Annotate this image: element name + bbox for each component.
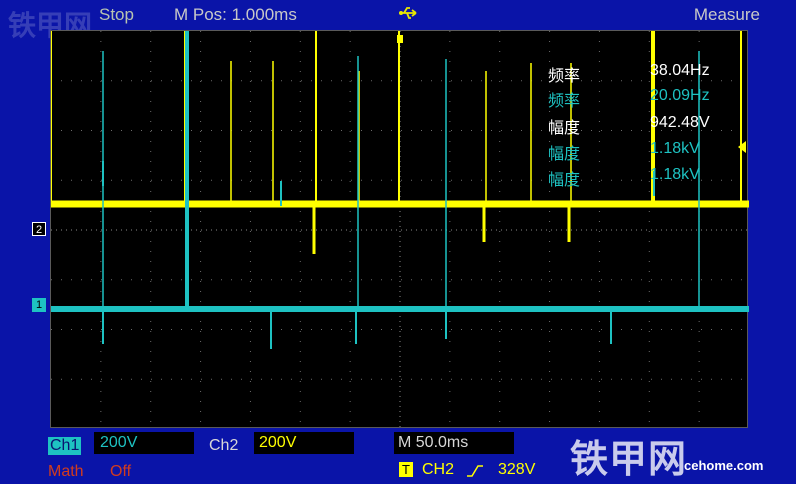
measurement-value: 20.09Hz: [650, 87, 710, 104]
trigger-source[interactable]: CH2: [422, 461, 454, 479]
measurement-label: 幅度: [548, 172, 581, 189]
waveform-display[interactable]: [50, 30, 749, 429]
measurement-label: 频率: [548, 68, 581, 85]
ch2-trigger-level-marker[interactable]: [738, 141, 746, 153]
measurement-value: 38.04Hz: [650, 62, 710, 79]
measurement-value: 1.18kV: [650, 140, 700, 157]
graticule: [51, 31, 749, 429]
math-label[interactable]: Math: [48, 463, 84, 481]
measurement-value: 1.18kV: [650, 166, 700, 183]
watermark-site: cehome.com: [684, 458, 764, 473]
trigger-icon: T: [399, 462, 413, 477]
watermark-logo: 铁甲网: [570, 439, 688, 481]
main-position[interactable]: M Pos: 1.000ms: [174, 5, 297, 25]
measurement-value: 942.48V: [650, 114, 710, 131]
measurement-label: 频率: [548, 93, 581, 110]
usb-icon: [398, 4, 420, 27]
timebase-scale[interactable]: M 50.0ms: [398, 434, 468, 452]
measure-menu-title[interactable]: Measure: [694, 5, 760, 25]
math-state[interactable]: Off: [110, 463, 131, 481]
trigger-level[interactable]: 328V: [498, 461, 535, 479]
acquisition-status[interactable]: Stop: [99, 5, 134, 25]
ch2-scale[interactable]: 200V: [259, 434, 296, 452]
top-bar: Stop M Pos: 1.000ms Measure: [0, 0, 796, 30]
ch1-marker[interactable]: 1: [32, 298, 46, 312]
ch2-label[interactable]: Ch2: [209, 437, 238, 455]
ch2-marker[interactable]: 2: [32, 222, 46, 236]
ch1-scale[interactable]: 200V: [100, 434, 137, 452]
measurement-label: 幅度: [548, 120, 581, 137]
ch1-label[interactable]: Ch1: [48, 437, 82, 455]
rising-edge-icon: [466, 464, 484, 483]
measurement-label: 幅度: [548, 146, 581, 163]
